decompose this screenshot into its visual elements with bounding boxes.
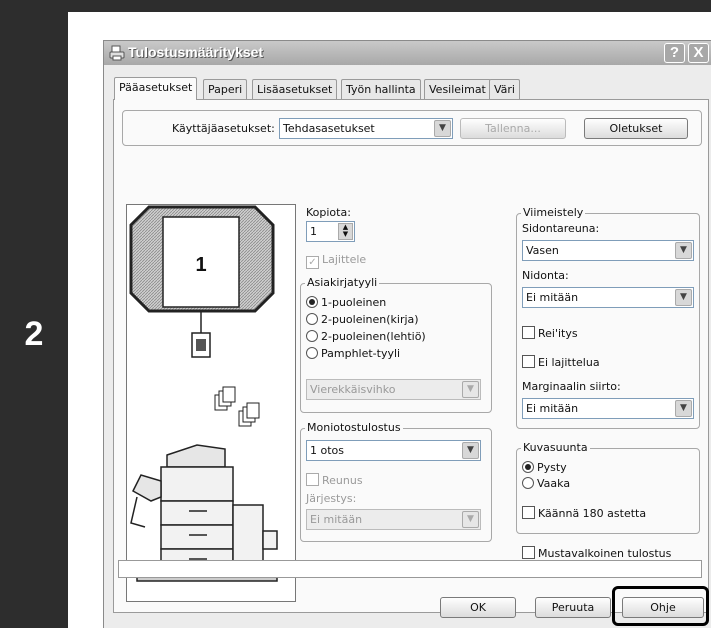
copies-spinner[interactable]: 1 ▲ ▼	[306, 221, 355, 242]
tab-basic[interactable]: Pääasetukset	[114, 77, 198, 100]
binding-edge-combo[interactable]: Vasen ▼	[522, 240, 694, 261]
copies-label: Kopiota:	[306, 206, 351, 219]
step-bar: 2	[0, 0, 68, 628]
radio-icon	[522, 477, 534, 489]
step-number: 2	[24, 315, 44, 353]
radio-landscape-label: Vaaka	[537, 477, 571, 490]
radio-pamphlet-label: Pamphlet-tyyli	[321, 347, 401, 360]
document-style-legend: Asiakirjatyyli	[305, 276, 380, 289]
radio-1-sided-label: 1-puoleinen	[321, 296, 387, 309]
radio-icon	[306, 347, 318, 359]
no-offset-checkbox[interactable]: Ei lajittelua	[522, 355, 600, 369]
help-title-button[interactable]: ?	[664, 43, 685, 63]
n-up-value: 1 otos	[310, 444, 344, 457]
window-title: Tulostusmääritykset	[128, 44, 264, 60]
n-up-legend: Moniotostulostus	[305, 421, 403, 434]
status-field	[118, 560, 702, 578]
spin-arrows-icon: ▲ ▼	[338, 223, 353, 240]
pamphlet-style-value: Vierekkäisvihko	[310, 383, 396, 396]
checkmark-icon: ✓	[306, 256, 319, 269]
basic-settings-panel: Käyttäjäasetukset: Tehdasasetukset ▼ Tal…	[113, 99, 709, 613]
chevron-down-icon: ▼	[675, 400, 692, 417]
tab-job-handling[interactable]: Työn hallinta	[341, 79, 421, 99]
chevron-down-icon: ▼	[434, 120, 451, 137]
chevron-down-icon: ▼	[462, 442, 479, 459]
checkbox-box	[522, 546, 535, 559]
radio-selected-icon	[522, 461, 534, 473]
top-dark-bar	[0, 0, 711, 12]
rotate-180-checkbox[interactable]: Käännä 180 astetta	[522, 506, 646, 520]
margin-shift-combo[interactable]: Ei mitään ▼	[522, 398, 694, 419]
ok-button[interactable]: OK	[440, 597, 516, 618]
collate-checkbox[interactable]: ✓ Lajittele	[306, 253, 366, 269]
chevron-down-icon: ▼	[462, 381, 479, 398]
bw-print-checkbox[interactable]: Mustavalkoinen tulostus	[522, 546, 671, 560]
radio-2-sided-tablet-label: 2-puoleinen(lehtiö)	[321, 330, 426, 343]
n-up-combo[interactable]: 1 otos ▼	[306, 440, 481, 461]
tab-paper[interactable]: Paperi	[203, 79, 248, 99]
radio-2-sided-tablet[interactable]: 2-puoleinen(lehtiö)	[306, 330, 426, 343]
preview-pane: 1	[126, 204, 296, 602]
tab-color[interactable]: Väri	[489, 79, 520, 99]
no-offset-label: Ei lajittelua	[538, 356, 600, 369]
border-label: Reunus	[322, 474, 363, 487]
radio-1-sided[interactable]: 1-puoleinen	[306, 296, 386, 309]
defaults-button[interactable]: Oletukset	[584, 118, 688, 139]
radio-portrait[interactable]: Pysty	[522, 461, 567, 474]
user-settings-label: Käyttäjäasetukset:	[172, 122, 275, 135]
help-button-highlight	[612, 586, 709, 626]
radio-icon	[306, 313, 318, 325]
preview-page-number: 1	[195, 254, 206, 276]
close-title-button[interactable]: X	[688, 43, 709, 63]
checkbox-box	[306, 473, 319, 486]
pamphlet-style-combo[interactable]: Vierekkäisvihko ▼	[306, 379, 481, 400]
staple-value: Ei mitään	[526, 291, 579, 304]
radio-pamphlet[interactable]: Pamphlet-tyyli	[306, 347, 400, 360]
copies-value: 1	[310, 225, 317, 238]
chevron-down-icon: ▼	[675, 242, 692, 259]
binding-edge-label: Sidontareuna:	[522, 222, 600, 235]
rotate-180-label: Käännä 180 astetta	[538, 507, 647, 520]
staple-combo[interactable]: Ei mitään ▼	[522, 287, 694, 308]
cancel-button[interactable]: Peruuta	[535, 597, 611, 618]
radio-2-sided-book[interactable]: 2-puoleinen(kirja)	[306, 313, 419, 326]
radio-portrait-label: Pysty	[537, 461, 567, 474]
title-bar: Tulostusmääritykset ? X	[104, 41, 711, 65]
print-settings-dialog: Tulostusmääritykset ? X Pääasetukset Pap…	[103, 40, 711, 628]
tab-advanced[interactable]: Lisäasetukset	[252, 79, 338, 99]
punch-label: Rei'itys	[538, 327, 578, 340]
checkbox-box	[522, 326, 535, 339]
finishing-legend: Viimeistely	[521, 206, 586, 219]
orientation-legend: Kuvasuunta	[521, 441, 590, 454]
copies-stack-icon	[214, 386, 260, 427]
user-settings-combo[interactable]: Tehdasasetukset ▼	[279, 118, 453, 139]
order-combo[interactable]: Ei mitään ▼	[306, 509, 481, 530]
staple-label: Nidonta:	[522, 269, 569, 282]
margin-shift-value: Ei mitään	[526, 402, 579, 415]
printer-preview-illustration: 1	[129, 205, 278, 582]
checkbox-box	[522, 355, 535, 368]
user-settings-value: Tehdasasetukset	[283, 122, 375, 135]
collate-label: Lajittele	[322, 253, 367, 266]
tab-watermarks[interactable]: Vesileimat	[424, 79, 491, 99]
radio-landscape[interactable]: Vaaka	[522, 477, 570, 490]
radio-selected-icon	[306, 296, 318, 308]
checkbox-box	[522, 506, 535, 519]
border-checkbox[interactable]: Reunus	[306, 473, 363, 487]
save-settings-button[interactable]: Tallenna...	[460, 118, 566, 139]
margin-shift-label: Marginaalin siirto:	[522, 380, 621, 393]
chevron-down-icon: ▼	[675, 289, 692, 306]
order-value: Ei mitään	[310, 513, 363, 526]
order-label: Järjestys:	[306, 492, 357, 505]
printer-icon	[109, 45, 125, 61]
binding-edge-value: Vasen	[526, 244, 559, 257]
bw-print-label: Mustavalkoinen tulostus	[538, 547, 672, 560]
chevron-down-icon: ▼	[462, 511, 479, 528]
radio-icon	[306, 330, 318, 342]
radio-2-sided-book-label: 2-puoleinen(kirja)	[321, 313, 419, 326]
punch-checkbox[interactable]: Rei'itys	[522, 326, 578, 340]
